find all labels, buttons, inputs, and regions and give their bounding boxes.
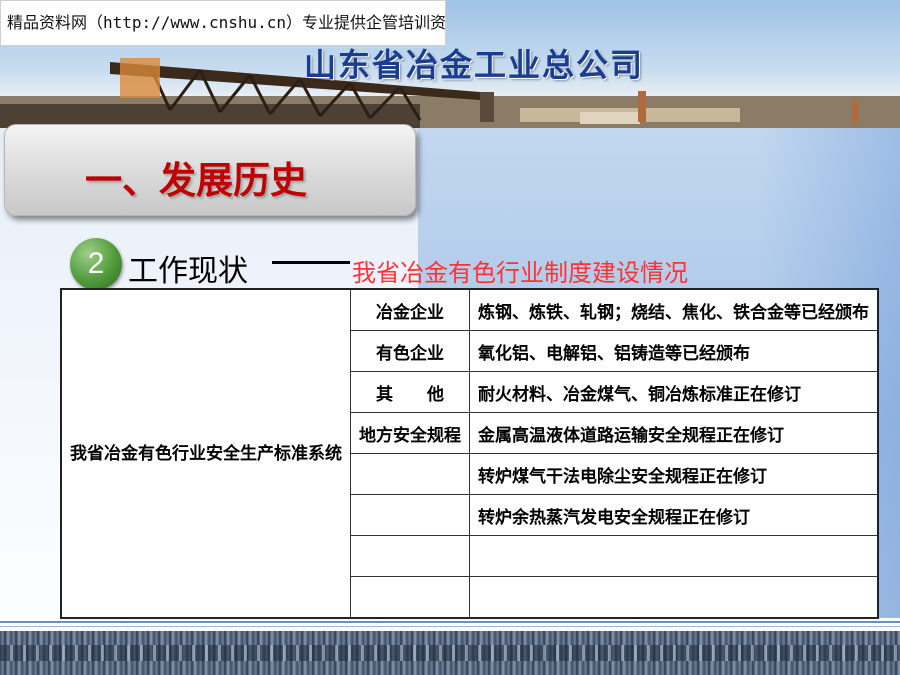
table-cell-description — [469, 535, 879, 577]
table-cell-category — [350, 494, 470, 536]
subtitle-dash — [272, 261, 350, 264]
subtitle-main: 工作现状 — [128, 254, 248, 289]
table-cell-category: 有色企业 — [350, 330, 470, 372]
table-cell-category — [350, 535, 470, 577]
standards-table: 我省冶金有色行业安全生产标准系统 冶金企业 炼钢、炼铁、轧钢；烧结、焦化、铁合金… — [60, 288, 879, 619]
company-name: 山东省冶金工业总公司 — [304, 46, 645, 84]
footer-divider-thin — [0, 626, 900, 627]
section-title: 一、发展历史 — [85, 158, 307, 202]
table-row: 我省冶金有色行业安全生产标准系统 冶金企业 炼钢、炼铁、轧钢；烧结、焦化、铁合金… — [60, 288, 879, 619]
table-row-header: 我省冶金有色行业安全生产标准系统 — [60, 288, 351, 619]
subtitle-detail: 我省冶金有色行业制度建设情况 — [352, 259, 688, 287]
table-cell-description: 氧化铝、电解铝、铝铸造等已经颁布 — [469, 330, 879, 372]
table-cell-category: 冶金企业 — [350, 288, 470, 331]
header-banner: 精品资料网（http://www.cnshu.cn）专业提供企管培训资料 山东省… — [0, 0, 900, 128]
table-cell-category — [350, 576, 470, 619]
table-cell-description: 金属高温液体道路运输安全规程正在修订 — [469, 412, 879, 454]
table-cell-category: 其 他 — [350, 371, 470, 413]
table-cell-category — [350, 453, 470, 495]
footer-pattern — [0, 645, 900, 661]
table-cell-description — [469, 576, 879, 619]
table-cell-description: 炼钢、炼铁、轧钢；烧结、焦化、铁合金等已经颁布 — [469, 288, 879, 331]
table-cell-description: 转炉余热蒸汽发电安全规程正在修订 — [469, 494, 879, 536]
number-badge-label: 2 — [87, 247, 105, 280]
table-cell-category: 地方安全规程 — [350, 412, 470, 454]
table-cell-description: 耐火材料、冶金煤气、铜冶炼标准正在修订 — [469, 371, 879, 413]
footer-decorative-strip — [0, 631, 900, 675]
footer-divider — [0, 621, 900, 623]
table-cell-description: 转炉煤气干法电除尘安全规程正在修订 — [469, 453, 879, 495]
